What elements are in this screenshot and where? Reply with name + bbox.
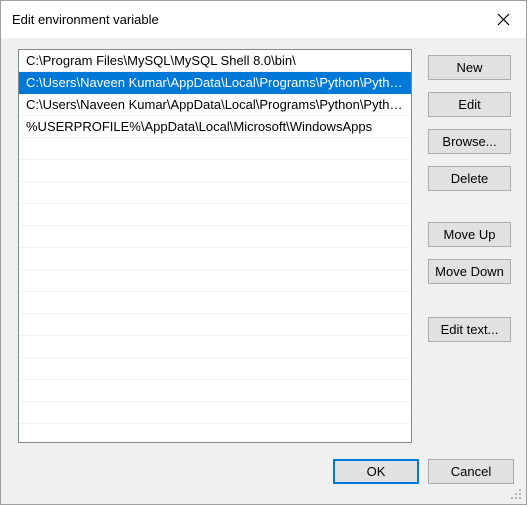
list-item[interactable]: C:\Users\Naveen Kumar\AppData\Local\Prog… <box>19 94 411 116</box>
move-up-button[interactable]: Move Up <box>428 222 511 247</box>
edit-button[interactable]: Edit <box>428 92 511 117</box>
dialog-body: C:\Program Files\MySQL\MySQL Shell 8.0\b… <box>1 38 526 504</box>
list-item[interactable] <box>19 402 411 424</box>
list-item[interactable] <box>19 182 411 204</box>
cancel-button[interactable]: Cancel <box>428 459 514 484</box>
edit-text-button[interactable]: Edit text... <box>428 317 511 342</box>
list-item[interactable] <box>19 336 411 358</box>
list-item[interactable]: C:\Program Files\MySQL\MySQL Shell 8.0\b… <box>19 50 411 72</box>
move-down-button[interactable]: Move Down <box>428 259 511 284</box>
list-item[interactable] <box>19 380 411 402</box>
close-icon[interactable] <box>481 1 526 37</box>
resize-grip-icon[interactable] <box>511 489 523 501</box>
delete-button[interactable]: Delete <box>428 166 511 191</box>
list-item[interactable] <box>19 138 411 160</box>
title-bar: Edit environment variable <box>1 1 526 38</box>
list-item[interactable] <box>19 358 411 380</box>
new-button[interactable]: New <box>428 55 511 80</box>
list-item[interactable] <box>19 314 411 336</box>
list-item[interactable] <box>19 292 411 314</box>
list-item[interactable]: C:\Users\Naveen Kumar\AppData\Local\Prog… <box>19 72 411 94</box>
list-item[interactable]: %USERPROFILE%\AppData\Local\Microsoft\Wi… <box>19 116 411 138</box>
edit-environment-variable-dialog: Edit environment variable C:\Program Fil… <box>0 0 527 505</box>
list-item[interactable] <box>19 270 411 292</box>
window-title: Edit environment variable <box>12 12 159 27</box>
ok-button[interactable]: OK <box>333 459 419 484</box>
path-list[interactable]: C:\Program Files\MySQL\MySQL Shell 8.0\b… <box>18 49 412 443</box>
list-item[interactable] <box>19 226 411 248</box>
list-item[interactable] <box>19 248 411 270</box>
list-item[interactable] <box>19 160 411 182</box>
list-item[interactable] <box>19 204 411 226</box>
browse-button[interactable]: Browse... <box>428 129 511 154</box>
